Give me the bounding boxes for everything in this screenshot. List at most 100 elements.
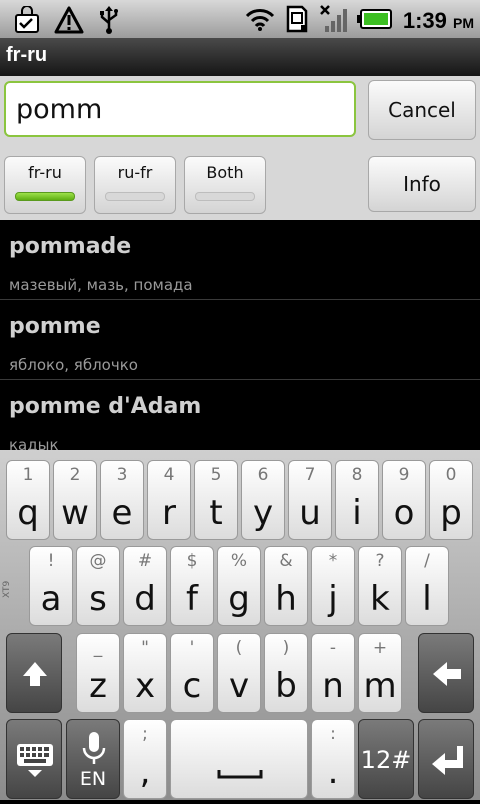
key-m[interactable]: + m bbox=[358, 633, 402, 713]
list-item[interactable]: pomme d'Adam кадык bbox=[0, 380, 480, 450]
key-label: w bbox=[61, 493, 89, 533]
key-sub-label: ( bbox=[235, 638, 243, 658]
result-word: pomme d'Adam bbox=[9, 394, 202, 419]
shift-key[interactable] bbox=[6, 633, 62, 713]
key-j[interactable]: * j bbox=[311, 546, 355, 626]
key-label: c bbox=[182, 666, 202, 706]
toggle-both[interactable]: Both bbox=[184, 156, 266, 214]
shift-arrow-icon bbox=[23, 662, 47, 686]
app-title: fr-ru bbox=[6, 44, 48, 66]
xt9-label: XT9 bbox=[2, 580, 12, 598]
title-bar: fr-ru bbox=[0, 38, 480, 77]
key-b[interactable]: ) b bbox=[264, 633, 308, 713]
key-q[interactable]: 1q bbox=[6, 460, 50, 540]
result-translation: яблоко, яблочко bbox=[9, 356, 138, 374]
key-f[interactable]: $ f bbox=[170, 546, 214, 626]
key-r[interactable]: 4r bbox=[147, 460, 191, 540]
key-sub-label: / bbox=[424, 551, 430, 571]
key-u[interactable]: 7u bbox=[288, 460, 332, 540]
key-label: p bbox=[440, 493, 462, 533]
key-sub-label: 3 bbox=[116, 465, 128, 485]
key-sub-label: 1 bbox=[22, 465, 34, 485]
key-n[interactable]: -n bbox=[311, 633, 355, 713]
key-y[interactable]: 6y bbox=[241, 460, 285, 540]
key-sub-label: 9 bbox=[398, 465, 410, 485]
key-p[interactable]: 0p bbox=[429, 460, 473, 540]
key-sub-label: 2 bbox=[69, 465, 81, 485]
symbols-key[interactable]: 12# bbox=[358, 719, 414, 799]
key-h[interactable]: & h bbox=[264, 546, 308, 626]
key-t[interactable]: 5t bbox=[194, 460, 238, 540]
key-sub-label: - bbox=[329, 638, 337, 658]
key-sub-label: # bbox=[137, 551, 153, 571]
key-label: j bbox=[328, 579, 338, 619]
key-sub-label: * bbox=[328, 551, 338, 571]
key-g[interactable]: % g bbox=[217, 546, 261, 626]
list-item[interactable]: pommade мазевый, мазь, помада bbox=[0, 220, 480, 300]
keyboard-icon bbox=[17, 744, 53, 777]
key-v[interactable]: (v bbox=[217, 633, 261, 713]
toggle-ru-fr[interactable]: ru-fr bbox=[94, 156, 176, 214]
key-period[interactable]: :. bbox=[311, 719, 355, 799]
key-label: r bbox=[162, 493, 176, 533]
symbols-label: 12# bbox=[360, 746, 412, 774]
list-item[interactable]: pomme яблоко, яблочко bbox=[0, 300, 480, 380]
wifi-icon bbox=[245, 6, 275, 36]
key-label: a bbox=[40, 579, 62, 619]
key-sub-label: $ bbox=[186, 551, 198, 571]
key-s[interactable]: @ s bbox=[76, 546, 120, 626]
toggle-fr-ru[interactable]: fr-ru bbox=[4, 156, 86, 214]
key-e[interactable]: 3e bbox=[100, 460, 144, 540]
result-word: pomme bbox=[9, 314, 101, 339]
result-list: pommade мазевый, мазь, помада pomme ябло… bbox=[0, 220, 480, 450]
key-l[interactable]: / l bbox=[405, 546, 449, 626]
voice-input-key[interactable]: EN bbox=[66, 719, 120, 799]
key-k[interactable]: ? k bbox=[358, 546, 402, 626]
key-comma[interactable]: ;, bbox=[123, 719, 167, 799]
space-key[interactable] bbox=[170, 719, 308, 799]
microphone-icon bbox=[82, 732, 106, 764]
battery-icon bbox=[356, 8, 393, 34]
result-translation: кадык bbox=[9, 436, 59, 450]
clock: 1:39 PM bbox=[402, 8, 474, 33]
keyboard-settings-key[interactable] bbox=[6, 719, 62, 799]
key-label: q bbox=[17, 493, 39, 533]
key-sub-label: @ bbox=[89, 551, 107, 571]
usb-icon bbox=[98, 5, 120, 39]
result-word: pommade bbox=[9, 234, 132, 259]
key-label: o bbox=[393, 493, 415, 533]
key-sub-label: 5 bbox=[210, 465, 222, 485]
key-label: e bbox=[111, 493, 133, 533]
key-label: i bbox=[352, 493, 362, 533]
enter-key[interactable] bbox=[418, 719, 474, 799]
info-button[interactable]: Info bbox=[368, 156, 476, 212]
key-o[interactable]: 9o bbox=[382, 460, 426, 540]
key-d[interactable]: # d bbox=[123, 546, 167, 626]
cancel-button[interactable]: Cancel bbox=[368, 80, 476, 140]
key-label: t bbox=[209, 493, 223, 533]
shopping-bag-icon bbox=[14, 5, 40, 38]
key-sub-label: : bbox=[330, 724, 336, 744]
key-label: v bbox=[228, 666, 250, 706]
key-x[interactable]: " x bbox=[123, 633, 167, 713]
key-sub-label: 6 bbox=[257, 465, 269, 485]
search-input[interactable] bbox=[4, 81, 356, 137]
backspace-key[interactable] bbox=[418, 633, 474, 713]
key-label: z bbox=[89, 666, 107, 706]
key-w[interactable]: 2w bbox=[53, 460, 97, 540]
key-i[interactable]: 8i bbox=[335, 460, 379, 540]
key-c[interactable]: ' c bbox=[170, 633, 214, 713]
space-bar-icon bbox=[217, 770, 263, 779]
key-sub-label: ' bbox=[189, 638, 195, 658]
toggle-label: fr-ru bbox=[28, 163, 62, 182]
key-sub-label: ! bbox=[47, 551, 55, 571]
key-label: h bbox=[275, 579, 297, 619]
key-label: n bbox=[322, 666, 344, 706]
key-label: , bbox=[139, 752, 151, 792]
key-sub-label: & bbox=[279, 551, 293, 571]
key-sub-label: ? bbox=[375, 551, 385, 571]
key-label: m bbox=[363, 666, 397, 706]
key-a[interactable]: ! a bbox=[29, 546, 73, 626]
key-z[interactable]: _ z bbox=[76, 633, 120, 713]
result-translation: мазевый, мазь, помада bbox=[9, 276, 193, 294]
